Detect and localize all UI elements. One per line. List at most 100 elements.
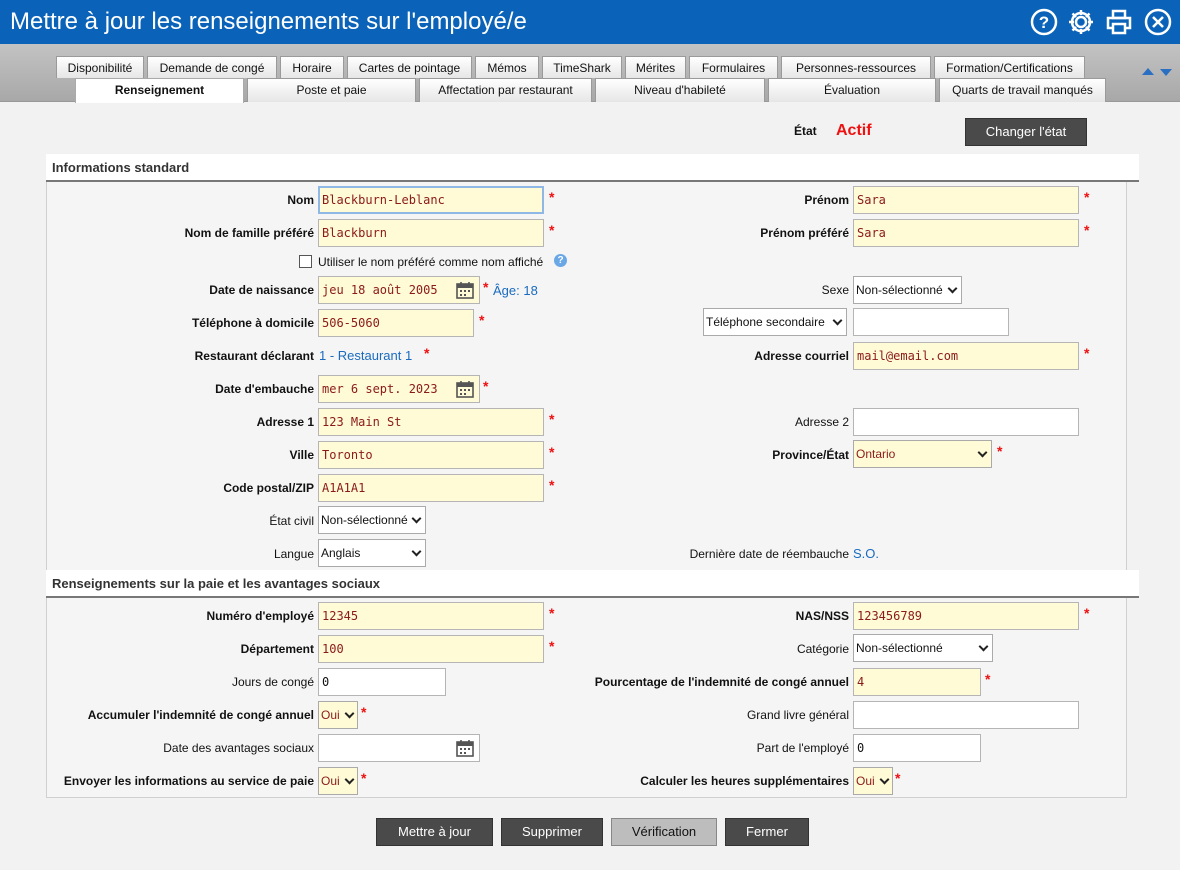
required-mark: * <box>483 378 489 394</box>
envoyer-paie-select-value: Oui <box>321 774 340 788</box>
prenom-label: Prénom <box>804 193 849 207</box>
window-title: Mettre à jour les renseignements sur l'e… <box>10 8 527 35</box>
courriel-label: Adresse courriel <box>754 349 849 363</box>
pourcentage-input[interactable]: 4 <box>853 668 981 696</box>
etat-civil-select-value: Non-sélectionné <box>321 513 408 527</box>
telephone-secondaire-input[interactable] <box>853 308 1009 336</box>
code-postal-input[interactable]: A1A1A1 <box>318 474 544 502</box>
nas-input[interactable]: 123456789 <box>853 602 1079 630</box>
tab-formation[interactable]: Formation/Certifications <box>934 56 1085 78</box>
tab-formulaires[interactable]: Formulaires <box>689 56 778 78</box>
envoyer-paie-select[interactable]: Oui <box>318 767 358 795</box>
heures-sup-select-value: Oui <box>856 774 875 788</box>
required-mark: * <box>549 411 555 427</box>
change-status-button[interactable]: Changer l'état <box>965 118 1087 146</box>
close-icon[interactable] <box>1144 8 1172 36</box>
use-preferred-name-checkbox[interactable] <box>299 255 312 268</box>
telephone-secondaire-type-value: Téléphone secondaire <box>706 315 825 329</box>
accumuler-select[interactable]: Oui <box>318 701 358 729</box>
tab-niveau-habilete[interactable]: Niveau d'habileté <box>595 78 765 102</box>
required-mark: * <box>895 770 901 786</box>
delete-button[interactable]: Supprimer <box>501 818 603 846</box>
help-icon[interactable]: ? <box>1030 8 1058 36</box>
scroll-tabs-up-icon[interactable] <box>1142 68 1154 75</box>
ville-input[interactable]: Toronto <box>318 441 544 469</box>
required-mark: * <box>549 222 555 238</box>
grand-livre-label: Grand livre général <box>746 708 849 722</box>
reembauche-value: S.O. <box>853 546 880 561</box>
departement-input[interactable]: 100 <box>318 635 544 663</box>
province-select[interactable]: Ontario <box>853 440 992 468</box>
courriel-input[interactable]: mail@email.com <box>853 342 1079 370</box>
adresse2-input[interactable] <box>853 408 1079 436</box>
date-embauche-label: Date d'embauche <box>215 382 314 396</box>
chevron-down-icon <box>832 315 843 326</box>
langue-label: Langue <box>273 547 314 561</box>
tab-memos[interactable]: Mémos <box>475 56 539 78</box>
required-mark: * <box>997 443 1003 459</box>
verify-button[interactable]: Vérification <box>611 818 717 846</box>
prenom-prefere-input[interactable]: Sara <box>853 219 1079 247</box>
svg-text:?: ? <box>1039 13 1049 32</box>
code-postal-label: Code postal/ZIP <box>223 481 314 495</box>
nom-input[interactable]: Blackburn-Leblanc <box>318 186 544 214</box>
title-bar: Mettre à jour les renseignements sur l'e… <box>0 0 1180 44</box>
grand-livre-input[interactable] <box>853 701 1079 729</box>
calendar-icon[interactable] <box>455 738 475 758</box>
adresse1-input[interactable]: 123 Main St <box>318 408 544 436</box>
etat-civil-select[interactable]: Non-sélectionné <box>318 506 426 534</box>
scroll-tabs-down-icon[interactable] <box>1160 69 1172 76</box>
tab-affectation[interactable]: Affectation par restaurant <box>419 78 592 102</box>
categorie-label: Catégorie <box>796 642 849 656</box>
gear-icon[interactable] <box>1067 8 1095 36</box>
nom-prefere-input[interactable]: Blackburn <box>318 219 544 247</box>
update-button[interactable]: Mettre à jour <box>376 818 493 846</box>
section-standard-header: Informations standard <box>46 154 1139 182</box>
tab-horaire[interactable]: Horaire <box>280 56 344 78</box>
chevron-down-icon <box>977 447 988 458</box>
restaurant-link[interactable]: 1 - Restaurant 1 <box>319 348 412 363</box>
required-mark: * <box>361 770 367 786</box>
jours-conge-label: Jours de congé <box>231 675 314 689</box>
print-icon[interactable] <box>1105 8 1133 36</box>
categorie-select-value: Non-sélectionné <box>856 641 943 655</box>
required-mark: * <box>985 671 991 687</box>
sexe-label: Sexe <box>821 283 849 297</box>
tab-renseignement[interactable]: Renseignement <box>75 78 244 103</box>
calendar-icon[interactable] <box>455 379 475 399</box>
required-mark: * <box>549 638 555 654</box>
tab-timeshark[interactable]: TimeShark <box>542 56 622 78</box>
province-select-value: Ontario <box>856 447 896 461</box>
tab-quarts-manques[interactable]: Quarts de travail manqués <box>939 78 1106 102</box>
tab-demande-conge[interactable]: Demande de congé <box>147 56 277 78</box>
tab-evaluation[interactable]: Évaluation <box>768 78 936 102</box>
required-mark: * <box>479 312 485 328</box>
telephone-domicile-input[interactable]: 506-5060 <box>318 309 474 337</box>
help-icon[interactable]: ? <box>554 254 567 267</box>
numero-employe-input[interactable]: 12345 <box>318 602 544 630</box>
numero-employe-label: Numéro d'employé <box>206 609 314 623</box>
tab-merites[interactable]: Mérites <box>625 56 686 78</box>
chevron-down-icon <box>411 546 422 557</box>
tab-cartes-pointage[interactable]: Cartes de pointage <box>347 56 472 78</box>
tab-disponibilite[interactable]: Disponibilité <box>56 56 144 78</box>
close-button[interactable]: Fermer <box>725 818 809 846</box>
sexe-select-value: Non-sélectionné <box>856 283 943 297</box>
age-text: Âge: 18 <box>493 283 538 298</box>
accumuler-label: Accumuler l'indemnité de congé annuel <box>87 708 314 722</box>
nas-label: NAS/NSS <box>795 609 849 623</box>
calendar-icon[interactable] <box>455 280 475 300</box>
jours-conge-input[interactable]: 0 <box>318 668 446 696</box>
langue-select[interactable]: Anglais <box>318 539 426 567</box>
telephone-secondaire-type-select[interactable]: Téléphone secondaire <box>703 308 847 336</box>
tab-personnes-ressources[interactable]: Personnes-ressources <box>781 56 931 78</box>
required-mark: * <box>549 444 555 460</box>
sexe-select[interactable]: Non-sélectionné <box>853 276 962 304</box>
required-mark: * <box>483 279 489 295</box>
categorie-select[interactable]: Non-sélectionné <box>853 634 993 662</box>
heures-sup-select[interactable]: Oui <box>853 767 893 795</box>
prenom-input[interactable]: Sara <box>853 186 1079 214</box>
part-employe-input[interactable]: 0 <box>853 734 981 762</box>
tab-poste-paie[interactable]: Poste et paie <box>247 78 416 102</box>
required-mark: * <box>1084 345 1090 361</box>
